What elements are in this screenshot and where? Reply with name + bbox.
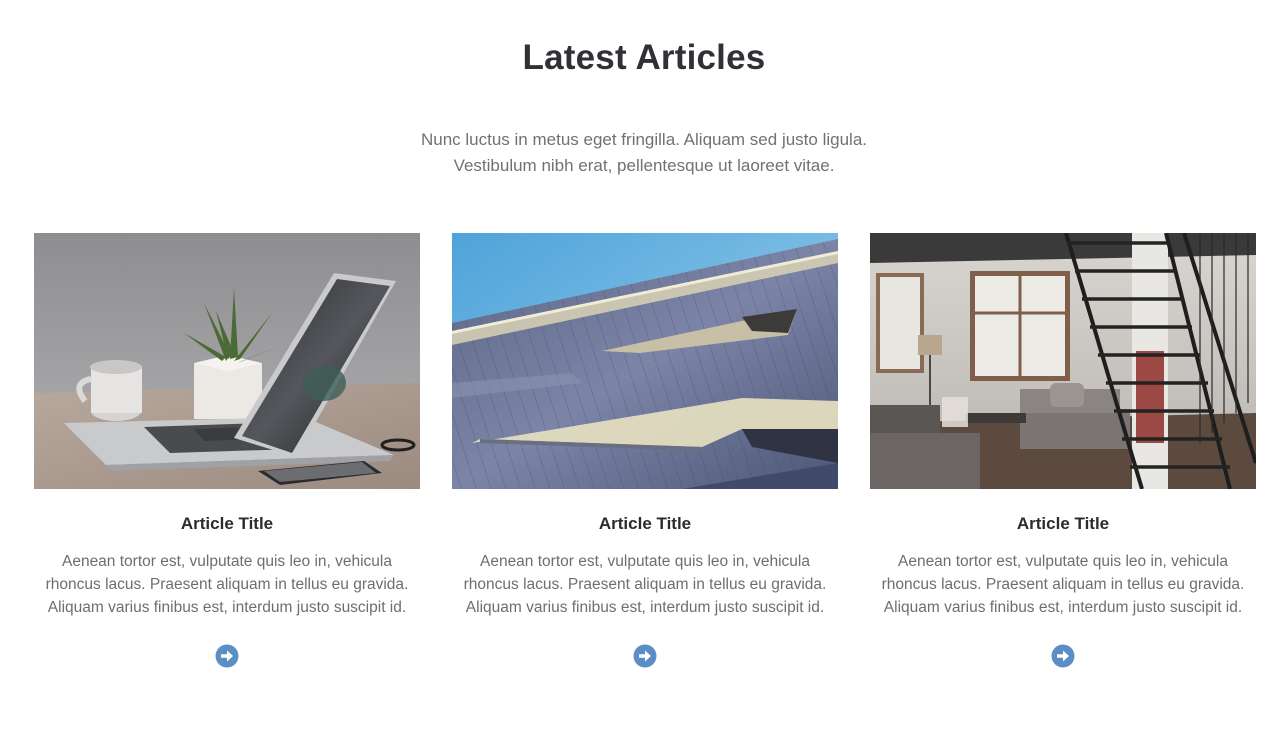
article-cards: Article Title Aenean tortor est, vulputa… — [34, 233, 1256, 683]
excerpt-line: rhoncus lacus. Praesent aliquam in tellu… — [463, 576, 827, 593]
excerpt-line: Aliquam varius finibus est, interdum jus… — [465, 599, 825, 616]
intro-line: Nunc luctus in metus eget fringilla. Ali… — [420, 130, 867, 149]
arrow-circle-right-icon — [215, 644, 239, 668]
latest-articles-section: Latest Articles Nunc luctus in metus ege… — [0, 0, 1281, 735]
article-excerpt: Aenean tortor est, vulputate quis leo in… — [452, 550, 838, 619]
excerpt-line: Aliquam varius finibus est, interdum jus… — [883, 599, 1243, 616]
excerpt-line: Aenean tortor est, vulputate quis leo in… — [479, 553, 810, 570]
excerpt-line: rhoncus lacus. Praesent aliquam in tellu… — [45, 576, 409, 593]
section-intro: Nunc luctus in metus eget fringilla. Ali… — [0, 127, 1281, 179]
article-excerpt: Aenean tortor est, vulputate quis leo in… — [34, 550, 420, 619]
article-image-building[interactable] — [452, 233, 838, 489]
article-title[interactable]: Article Title — [452, 512, 838, 536]
article-image-laptop[interactable] — [34, 233, 420, 489]
excerpt-line: Aenean tortor est, vulputate quis leo in… — [61, 553, 392, 570]
read-more-button[interactable] — [633, 644, 657, 668]
excerpt-line: rhoncus lacus. Praesent aliquam in tellu… — [881, 576, 1245, 593]
read-more-button[interactable] — [1051, 644, 1075, 668]
read-more-button[interactable] — [215, 644, 239, 668]
article-image-living-room[interactable] — [870, 233, 1256, 489]
excerpt-line: Aliquam varius finibus est, interdum jus… — [47, 599, 407, 616]
article-card: Article Title Aenean tortor est, vulputa… — [34, 233, 420, 683]
article-card: Article Title Aenean tortor est, vulputa… — [452, 233, 838, 683]
article-card: Article Title Aenean tortor est, vulputa… — [870, 233, 1256, 683]
section-title: Latest Articles — [522, 38, 766, 77]
article-excerpt: Aenean tortor est, vulputate quis leo in… — [870, 550, 1256, 619]
excerpt-line: Aenean tortor est, vulputate quis leo in… — [897, 553, 1228, 570]
arrow-circle-right-icon — [633, 644, 657, 668]
article-title[interactable]: Article Title — [870, 512, 1256, 536]
arrow-circle-right-icon — [1051, 644, 1075, 668]
article-title[interactable]: Article Title — [34, 512, 420, 536]
intro-line: Vestibulum nibh erat, pellentesque ut la… — [453, 156, 835, 175]
